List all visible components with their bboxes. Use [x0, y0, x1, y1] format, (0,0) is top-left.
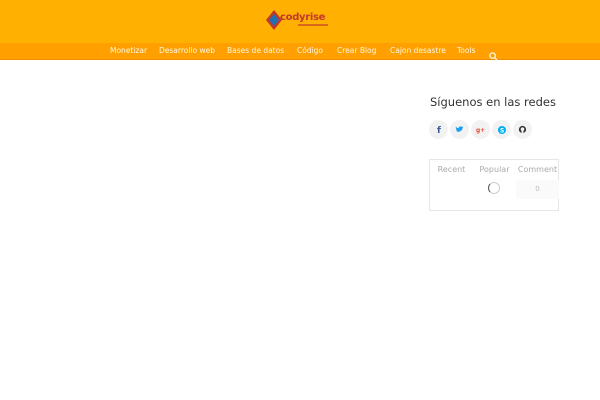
tab-comment[interactable]: Comment [516, 160, 559, 180]
comment-count: 0 [516, 180, 559, 199]
svg-text:S: S [500, 127, 504, 134]
social-title: Síguenos en las redes [430, 95, 556, 109]
svg-text:f: f [437, 126, 441, 134]
site-logo[interactable]: codyrise [266, 10, 336, 32]
svg-text:g+: g+ [476, 128, 485, 134]
facebook-icon[interactable]: f [429, 120, 448, 139]
github-icon[interactable] [513, 120, 532, 139]
tab-popular[interactable]: Popular [473, 160, 516, 180]
nav-item-bases-de-datos[interactable]: Bases de datos [227, 46, 284, 55]
google-plus-icon[interactable]: g+ [471, 120, 490, 139]
nav-item-cajon-desastre[interactable]: Cajon desastre [390, 46, 446, 55]
skype-icon[interactable]: S [492, 120, 511, 139]
loading-spinner-icon [488, 182, 500, 194]
twitter-icon[interactable] [450, 120, 469, 139]
search-icon[interactable] [489, 46, 498, 61]
nav-item-codigo[interactable]: Código [297, 46, 323, 55]
nav-item-desarrollo-web[interactable]: Desarrollo web [159, 46, 215, 55]
nav-item-monetizar[interactable]: Monetizar [110, 46, 147, 55]
posts-tabs-widget: Recent Popular Comment 0 [429, 159, 559, 211]
nav-item-tools[interactable]: Tools [457, 46, 475, 55]
logo-underline [298, 24, 328, 26]
nav-item-crear-blog[interactable]: Crear Blog [337, 46, 376, 55]
main-nav: Monetizar Desarrollo web Bases de datos … [0, 43, 600, 61]
tab-recent[interactable]: Recent [430, 160, 473, 180]
site-header: codyrise [0, 0, 600, 43]
logo-text: codyrise [280, 12, 326, 23]
